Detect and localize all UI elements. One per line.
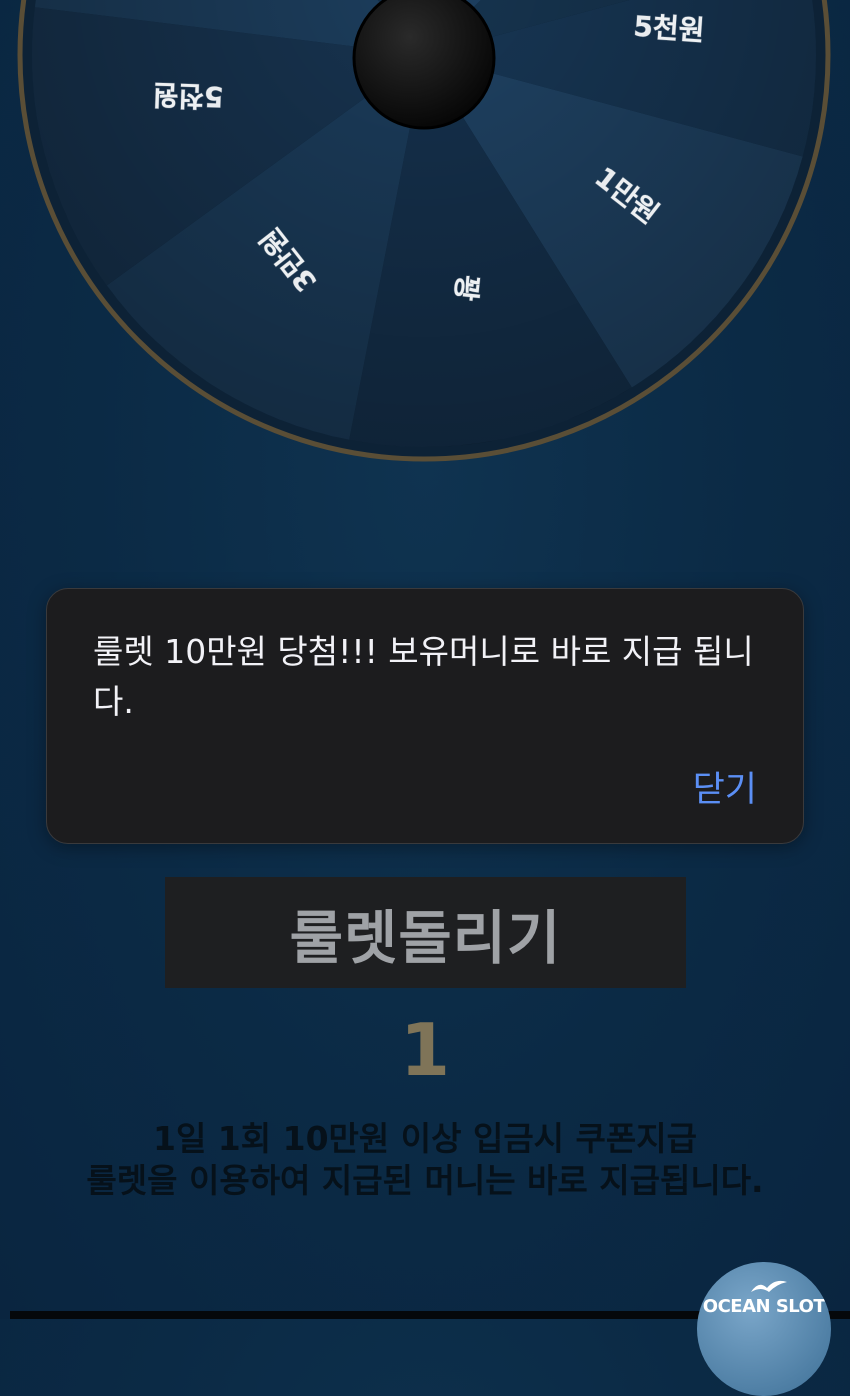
ocean-slot-logo[interactable]: OCEAN SLOT xyxy=(697,1262,831,1396)
info-line-coupon: 1일 1회 10만원 이상 입금시 쿠폰지급 xyxy=(153,1119,697,1158)
alert-dialog: 룰렛 10만원 당첨!!! 보유머니로 바로 지급 됩니다. 닫기 xyxy=(46,588,804,844)
wheel-label: 5천원 xyxy=(632,10,705,48)
wheel-label: 꽝 xyxy=(449,273,485,302)
alert-close-button[interactable]: 닫기 xyxy=(693,761,757,812)
logo-text: OCEAN SLOT xyxy=(702,1296,826,1317)
wheel-hub xyxy=(352,0,496,130)
spin-roulette-label: 룰렛돌리기 xyxy=(289,903,562,972)
roulette-wheel: 5천원 1만원 꽝 3만원 5천원 xyxy=(17,0,831,462)
info-line-payout: 룰렛을 이용하여 지급된 머니는 바로 지급됩니다. xyxy=(86,1161,764,1200)
spin-roulette-button[interactable]: 룰렛돌리기 xyxy=(165,877,686,988)
wheel-label: 5천원 xyxy=(152,78,224,113)
alert-message: 룰렛 10만원 당첨!!! 보유머니로 바로 지급 됩니다. xyxy=(93,632,754,721)
spin-count: 1 xyxy=(399,1008,451,1092)
